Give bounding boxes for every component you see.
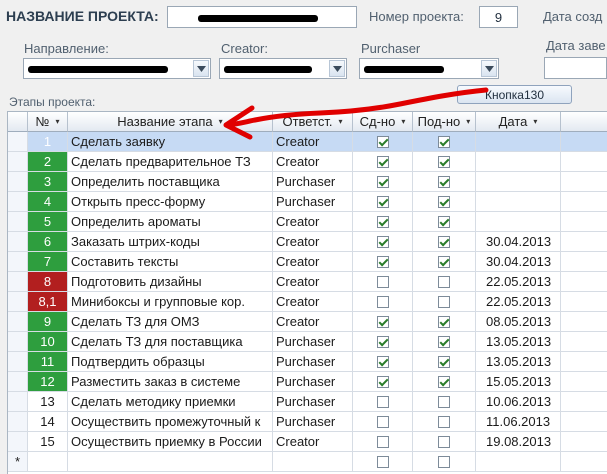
annotation-arrow bbox=[223, 87, 489, 140]
